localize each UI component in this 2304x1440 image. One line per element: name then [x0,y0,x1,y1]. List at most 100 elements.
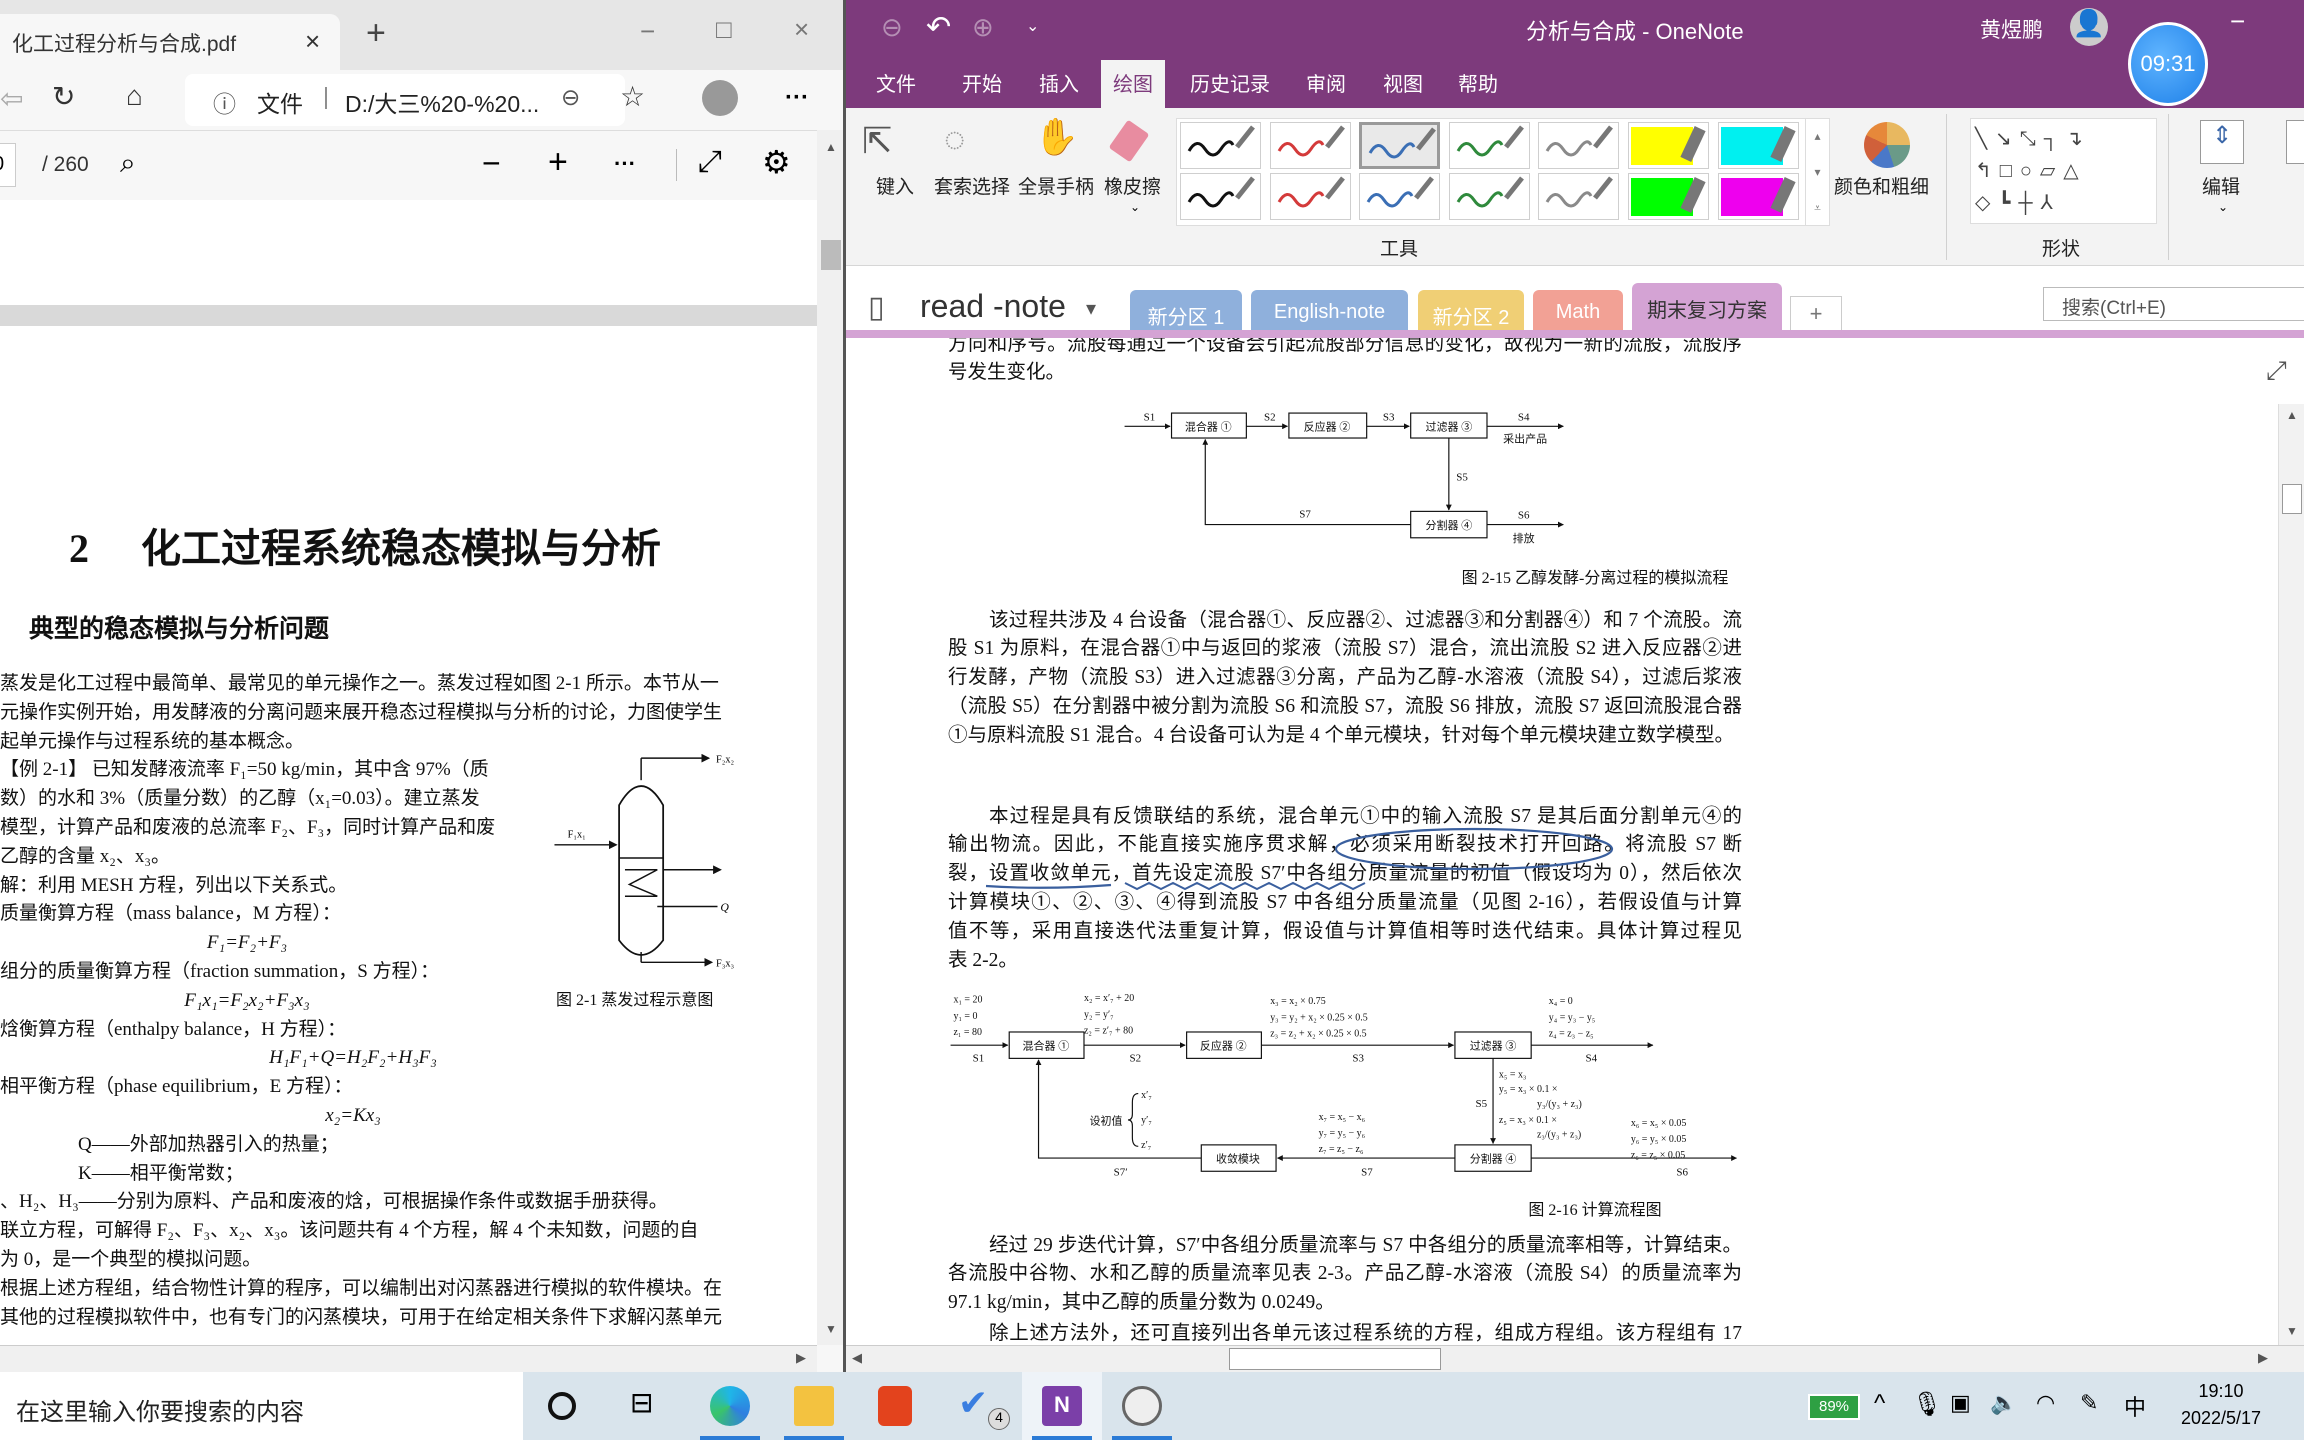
profile-avatar[interactable] [702,80,738,116]
minimize-button[interactable]: − [640,16,655,47]
clock[interactable]: 19:10 2022/5/17 [2166,1378,2276,1432]
clock-app-icon[interactable] [1122,1386,1162,1426]
scrollbar-thumb[interactable] [821,240,841,270]
pen-swatch[interactable] [1448,173,1530,220]
edit-dropdown-icon[interactable]: ⌄ [2218,200,2228,214]
page-horizontal-scrollbar[interactable]: ◀ ▶ [846,1345,2304,1372]
pen-swatch[interactable] [1359,122,1441,169]
new-tab-button[interactable]: + [366,14,386,53]
eraser-dropdown-icon[interactable]: ⌄ [1130,200,1140,214]
scroll-up-arrow[interactable]: ▲ [2286,408,2298,423]
scroll-left-arrow[interactable]: ◀ [852,1350,862,1366]
type-cursor-icon[interactable]: ⇱ [862,120,892,162]
lasso-icon[interactable]: ◌ [944,118,965,160]
scrollbar-thumb[interactable] [2282,484,2302,514]
menu-help[interactable]: 帮助 [1458,60,1498,108]
pen-swatch[interactable] [1359,173,1441,220]
scroll-down-arrow[interactable]: ▼ [825,1322,837,1336]
user-name[interactable]: 黄煜鹏 [1980,14,2043,44]
pen-swatch[interactable] [1538,173,1620,220]
search-icon[interactable]: ⌕ [120,147,136,180]
search-input[interactable]: 搜索(Ctrl+E) [2043,287,2304,321]
scroll-right-arrow[interactable]: ▶ [2258,1350,2268,1366]
office-app-icon[interactable] [878,1386,912,1426]
tool-eraser[interactable]: 橡皮擦 [1104,172,1161,199]
pan-hand-icon[interactable]: ✋ [1034,116,1079,158]
battery-indicator[interactable]: 89% [1808,1394,1860,1420]
notebook-icon[interactable]: ▯ [868,290,885,325]
zoom-out-icon[interactable]: ⊖ [561,84,580,111]
convert-button[interactable] [2286,120,2304,164]
pen-swatch[interactable] [1628,122,1709,169]
ink-underline[interactable] [985,883,1112,889]
tool-lasso[interactable]: 套索选择 [934,172,1010,199]
address-bar[interactable]: ⓘ 文件 | D:/大三%20-%20... ⊖ [185,74,625,126]
page-number-input[interactable]: 0 [0,143,16,187]
power-icon[interactable]: ▣ [1950,1390,1971,1416]
pen-swatch[interactable] [1269,122,1351,169]
eraser-icon[interactable] [1108,119,1150,163]
tool-type[interactable]: 键入 [876,172,914,199]
pen-swatch[interactable] [1448,122,1530,169]
more-tools-icon[interactable]: ··· [614,151,636,177]
pen-swatch[interactable] [1628,173,1709,220]
pen-swatch[interactable] [1717,122,1799,169]
fit-page-icon[interactable]: ⤢ [698,145,722,179]
back-icon[interactable]: ⇦ [0,82,23,115]
show-hidden-icons[interactable]: ^ [1874,1390,1885,1418]
pen-icon[interactable]: ✎ [2080,1390,2098,1416]
forward-icon[interactable]: ⊕ [972,12,994,43]
edit-button[interactable]: 编辑 [2202,172,2240,199]
edge-app-icon[interactable] [710,1386,750,1426]
info-icon[interactable]: ⓘ [213,85,236,119]
scroll-right-arrow[interactable]: ▶ [796,1350,806,1366]
volume-icon[interactable]: 🔈 [1990,1390,2017,1416]
scroll-down-arrow[interactable]: ▼ [2286,1324,2298,1339]
note-page[interactable]: 方向和序号。流股每通过一个设备会引起流股部分信息的变化，故视为一新的流股，流股序… [846,338,2304,1345]
minimize-button[interactable]: − [2230,6,2245,37]
notebook-name[interactable]: read -note [920,288,1066,325]
color-wheel-icon[interactable] [1864,122,1910,168]
pen-swatch[interactable] [1180,122,1261,169]
user-avatar[interactable]: 👤 [2070,8,2108,46]
customize-qat-icon[interactable]: ⌄ [1026,16,1039,36]
menu-view[interactable]: 视图 [1383,60,1423,108]
scrollbar-thumb[interactable] [1229,1348,1441,1370]
taskbar-search-box[interactable]: 在这里输入你要搜索的内容 [0,1372,523,1440]
pen-swatch[interactable] [1717,173,1799,220]
home-icon[interactable]: ⌂ [126,80,143,112]
refresh-icon[interactable]: ↻ [52,80,75,113]
menu-insert[interactable]: 插入 [1039,60,1079,108]
scroll-up-arrow[interactable]: ▲ [825,140,837,154]
shapes-gallery[interactable]: ╲↘⤡┐↴ ↰□○▱△ ◇┗┼⅄ [1970,118,2157,224]
menu-history[interactable]: 历史记录 [1190,60,1270,108]
wifi-icon[interactable]: ◠ [2036,1390,2055,1416]
vertical-scrollbar[interactable]: ▲ ▼ [817,130,845,1345]
color-thickness-button[interactable]: 颜色和粗细 [1834,172,1929,199]
edit-insert-space-icon[interactable]: ⇕ [2200,120,2244,164]
menu-file[interactable]: 文件 [876,60,916,108]
gallery-scroll[interactable]: ▴ ▾ ⩡ [1805,118,1829,226]
line-shapes-icon[interactable]: ╲↘⤡┐↴ [1975,128,2091,150]
notebook-dropdown-icon[interactable]: ▾ [1086,296,1096,321]
page-vertical-scrollbar[interactable]: ▲ ▼ [2278,404,2304,1345]
tool-pan[interactable]: 全景手柄 [1018,172,1094,199]
horizontal-scrollbar[interactable]: ▶ [0,1345,817,1372]
microphone-icon[interactable]: 🎙 [1912,1390,1942,1419]
basic-shapes-icon[interactable]: ↰□○▱△ [1975,160,2087,182]
ink-wavy-underline[interactable] [1124,881,1366,891]
section-tab[interactable]: 期末复习方案 [1632,283,1782,336]
pen-swatch[interactable] [1269,173,1351,220]
file-explorer-icon[interactable] [794,1386,834,1426]
onenote-app-icon[interactable]: N [1042,1386,1082,1426]
pen-swatch[interactable] [1180,173,1261,220]
pen-swatch[interactable] [1538,122,1620,169]
back-icon[interactable]: ⊖ [881,12,903,43]
ime-indicator[interactable]: 中 [2124,1390,2146,1422]
undo-icon[interactable]: ↶ [926,10,951,45]
settings-gear-icon[interactable]: ⚙ [762,143,791,181]
close-button[interactable]: × [794,14,809,45]
url-text[interactable]: D:/大三%20-%20... [345,85,539,119]
more-menu-icon[interactable]: ··· [785,84,809,112]
axes-shapes-icon[interactable]: ◇┗┼⅄ [1975,192,2061,214]
